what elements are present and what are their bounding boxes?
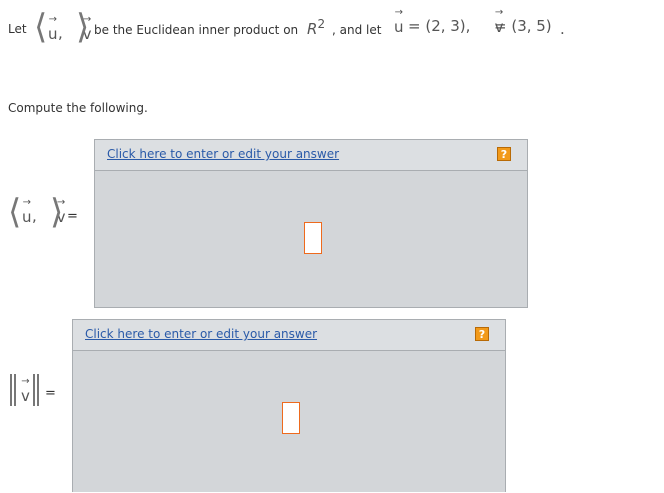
u-vector: → u [22, 197, 32, 227]
intro-middle-text: be the Euclidean inner product on [94, 23, 299, 37]
help-icon[interactable]: ? [475, 327, 489, 341]
v-definition: = (3, 5) [494, 17, 552, 35]
answer-panel-2-header: Click here to enter or edit your answer … [73, 320, 505, 351]
v-vector: → v [21, 376, 30, 406]
space-symbol: R2 [307, 17, 326, 38]
u-vector-def: → u [394, 7, 404, 37]
u-definition: = (2, 3), [408, 17, 471, 35]
period: . [560, 20, 565, 38]
let-text: Let [8, 22, 27, 36]
u-vector: → u [48, 14, 58, 44]
question-2-label: → v = [10, 372, 70, 412]
question-1-label: ⟨ → u , → v ⟩ = [6, 195, 86, 235]
norm-bar [10, 374, 12, 406]
equals-sign: = [67, 209, 78, 224]
enter-answer-link-2[interactable]: Click here to enter or edit your answer [85, 327, 317, 341]
instructions: Compute the following. [8, 101, 148, 115]
answer-panel-1: Click here to enter or edit your answer … [94, 139, 528, 308]
help-icon[interactable]: ? [497, 147, 511, 161]
inner-product-symbol: ⟨ → u , → v ⟩ [34, 7, 92, 48]
norm-bar [37, 374, 39, 406]
answer-panel-2: Click here to enter or edit your answer … [72, 319, 506, 492]
answer-input-1[interactable] [304, 222, 322, 254]
answer-input-2[interactable] [282, 402, 300, 434]
left-angle-bracket: ⟨ [34, 7, 48, 47]
left-angle-bracket: ⟨ [8, 192, 22, 232]
and-let-text: , and let [332, 23, 382, 37]
right-angle-bracket: ⟩ [50, 192, 64, 232]
norm-bar [33, 374, 35, 406]
equals-sign: = [45, 386, 56, 401]
enter-answer-link-1[interactable]: Click here to enter or edit your answer [107, 147, 339, 161]
right-angle-bracket: ⟩ [76, 7, 90, 47]
space-exponent: 2 [317, 17, 326, 31]
comma: , [32, 207, 37, 225]
norm-bar [14, 374, 16, 406]
answer-panel-1-header: Click here to enter or edit your answer … [95, 140, 527, 171]
comma: , [58, 24, 63, 42]
